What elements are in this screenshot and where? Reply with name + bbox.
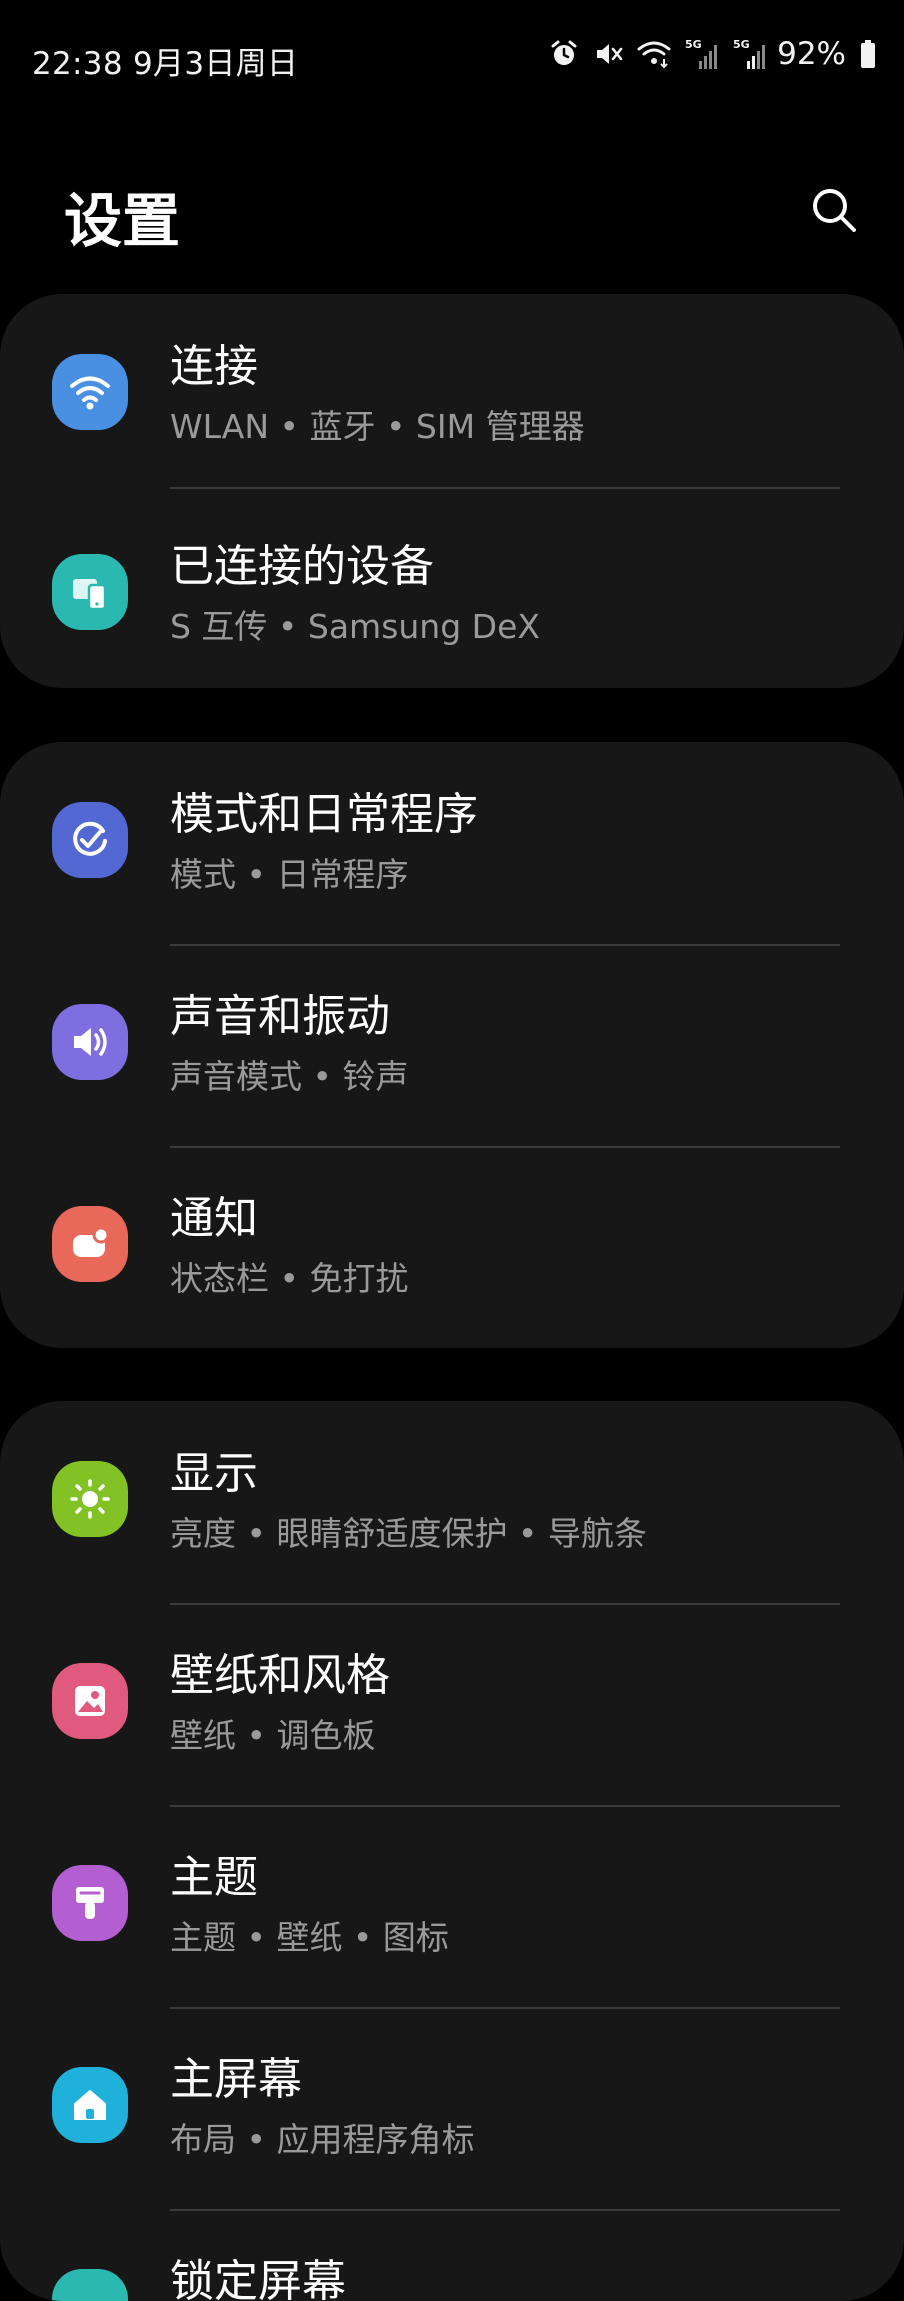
item-subtitle: S 互传 • Samsung DeX [170, 607, 540, 646]
item-title: 壁纸和风格 [170, 1650, 390, 1701]
status-bar: 22:38 9月3日周日 5G 5G 92% [0, 0, 904, 120]
connected-devices-icon [52, 554, 128, 630]
battery-percent: 92% [777, 36, 846, 72]
sun-icon [52, 1461, 128, 1537]
settings-item-lock-screen[interactable]: 锁定屏幕 [0, 2209, 904, 2301]
item-title: 声音和振动 [170, 991, 390, 1042]
wifi-icon [52, 354, 128, 430]
settings-item-notifications[interactable]: 通知 状态栏 • 免打扰 [0, 1146, 904, 1348]
settings-item-connections[interactable]: 连接 WLAN • 蓝牙 • SIM 管理器 [0, 294, 904, 496]
settings-group-1: 连接 WLAN • 蓝牙 • SIM 管理器 已连接的设备 S 互传 • Sam… [0, 294, 904, 688]
alarm-icon [549, 39, 579, 69]
item-subtitle: 主题 • 壁纸 • 图标 [170, 1918, 449, 1957]
item-subtitle: 亮度 • 眼睛舒适度保护 • 导航条 [170, 1514, 647, 1553]
item-title: 已连接的设备 [170, 541, 434, 592]
signal-5g-icon-2: 5G [733, 37, 767, 71]
wifi-status-icon [637, 39, 671, 69]
battery-icon [860, 39, 876, 69]
page-title: 设置 [64, 187, 181, 255]
search-icon [813, 189, 856, 232]
modes-routines-icon [52, 802, 128, 878]
settings-item-connected-devices[interactable]: 已连接的设备 S 互传 • Samsung DeX [0, 494, 904, 688]
item-subtitle: 布局 • 应用程序角标 [170, 2120, 475, 2159]
item-subtitle: 壁纸 • 调色板 [170, 1716, 376, 1755]
status-time-date: 22:38 9月3日周日 [32, 46, 299, 82]
network-label-1: 5G [685, 38, 702, 51]
item-subtitle: 状态栏 • 免打扰 [170, 1259, 409, 1298]
status-icons: 5G 5G 92% [549, 34, 876, 74]
speaker-icon [52, 1004, 128, 1080]
settings-item-wallpaper-style[interactable]: 壁纸和风格 壁纸 • 调色板 [0, 1603, 904, 1805]
home-icon [52, 2067, 128, 2143]
header: 设置 [0, 160, 904, 270]
wallpaper-icon [52, 1663, 128, 1739]
settings-item-modes-routines[interactable]: 模式和日常程序 模式 • 日常程序 [0, 742, 904, 944]
item-subtitle: 模式 • 日常程序 [170, 855, 409, 894]
item-title: 锁定屏幕 [170, 2256, 346, 2301]
settings-item-home-screen[interactable]: 主屏幕 布局 • 应用程序角标 [0, 2007, 904, 2209]
settings-item-sound-vibration[interactable]: 声音和振动 声音模式 • 铃声 [0, 944, 904, 1146]
item-title: 主题 [170, 1852, 258, 1903]
item-title: 显示 [170, 1448, 258, 1499]
network-label-2: 5G [733, 38, 750, 51]
signal-5g-icon-1: 5G [685, 37, 719, 71]
notification-icon [52, 1206, 128, 1282]
item-title: 通知 [170, 1193, 258, 1244]
item-subtitle: 声音模式 • 铃声 [170, 1057, 409, 1096]
search-button[interactable] [804, 180, 864, 240]
item-title: 连接 [170, 341, 258, 392]
settings-group-3: 显示 亮度 • 眼睛舒适度保护 • 导航条 壁纸和风格 壁纸 • 调色板 主题 … [0, 1401, 904, 2301]
paintbrush-icon [52, 1865, 128, 1941]
divider [170, 487, 840, 489]
mute-icon [593, 39, 623, 69]
item-title: 模式和日常程序 [170, 789, 478, 840]
lock-icon [52, 2269, 128, 2301]
item-subtitle: WLAN • 蓝牙 • SIM 管理器 [170, 407, 585, 446]
settings-item-display[interactable]: 显示 亮度 • 眼睛舒适度保护 • 导航条 [0, 1401, 904, 1603]
item-title: 主屏幕 [170, 2054, 302, 2105]
settings-group-2: 模式和日常程序 模式 • 日常程序 声音和振动 声音模式 • 铃声 通知 状态栏… [0, 742, 904, 1348]
settings-item-themes[interactable]: 主题 主题 • 壁纸 • 图标 [0, 1805, 904, 2007]
